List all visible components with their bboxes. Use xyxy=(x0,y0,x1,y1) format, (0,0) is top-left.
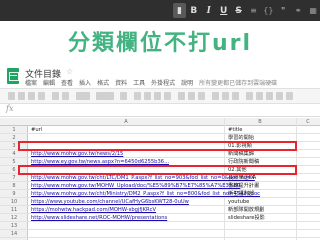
menu-addons[interactable]: 外掛程式 xyxy=(151,78,175,87)
slide-headline: 分類欄位不打url xyxy=(67,31,253,56)
merge-icon[interactable] xyxy=(198,92,205,100)
valign-icon[interactable] xyxy=(222,92,229,100)
borders-icon[interactable] xyxy=(188,92,195,100)
filter-icon[interactable] xyxy=(276,92,283,100)
table-row: 13 xyxy=(0,222,320,230)
url-cell[interactable]: #url xyxy=(31,126,42,134)
sheets-logo-icon[interactable] xyxy=(7,68,19,84)
row-number[interactable]: 12 xyxy=(0,214,28,222)
url-cell[interactable]: https://www.youtube.com/channel/UCafHyG6… xyxy=(31,198,189,206)
title-cell[interactable]: 衛生福利部 xyxy=(228,190,254,198)
table-row: 11 https://mohwtw.hackpad.com/MOHW-sbgjf… xyxy=(0,206,320,214)
undo-icon[interactable] xyxy=(18,92,25,100)
number-format-dropdown[interactable] xyxy=(76,92,90,100)
text-color-icon[interactable] xyxy=(164,92,171,100)
comment-icon[interactable] xyxy=(256,92,263,100)
row-number[interactable]: 7 xyxy=(0,174,28,182)
menu-insert[interactable]: 插入 xyxy=(79,78,91,87)
table-row: 10 https://www.youtube.com/channel/UCafH… xyxy=(0,198,320,206)
redo-icon[interactable] xyxy=(28,92,35,100)
font-dropdown[interactable] xyxy=(96,92,114,100)
menu-file[interactable]: 檔案 xyxy=(25,78,37,87)
table-row: 12 http://www.slideshare.net/ROC-MOHW/pr… xyxy=(0,214,320,222)
highlight-icon[interactable]: ▮ xyxy=(173,3,186,18)
url-cell[interactable]: http://www.mohw.gov.tw/cht/LTC/DM1_P.asp… xyxy=(31,174,255,182)
title-cell[interactable]: youtube xyxy=(228,198,249,206)
quote-icon[interactable]: ❞ xyxy=(276,3,290,18)
table-row: 14 xyxy=(0,230,320,238)
url-cell[interactable]: http://www.mohw.gov.tw/news/2/15 xyxy=(31,150,123,158)
menu-edit[interactable]: 編輯 xyxy=(43,78,55,87)
url-cell[interactable]: http://www.mohw.gov.tw/MOHW_Upload/doc/%… xyxy=(31,182,240,190)
title-cell[interactable]: 新聞稿集錦 xyxy=(228,150,254,158)
row-number[interactable]: 10 xyxy=(0,198,28,206)
bold-icon[interactable]: B xyxy=(187,3,201,18)
print-icon[interactable] xyxy=(8,92,15,100)
title-cell[interactable]: 新部隊開放規劃 xyxy=(228,206,264,214)
table-row: 1 #url #title xyxy=(0,126,320,134)
highlight-box-category-row xyxy=(18,141,297,151)
row-number[interactable]: 4 xyxy=(0,150,28,158)
code-icon[interactable]: {} xyxy=(261,3,275,18)
strikethrough-tool-icon[interactable] xyxy=(154,92,161,100)
menu-data[interactable]: 資料 xyxy=(115,78,127,87)
currency-icon[interactable] xyxy=(52,92,59,100)
menu-tools[interactable]: 工具 xyxy=(133,78,145,87)
link-tool-icon[interactable] xyxy=(246,92,253,100)
format-toolbar: ▮ B I U S ≡ {} ❞ ⚭ ▦ xyxy=(173,2,320,19)
title-cell[interactable]: #title xyxy=(228,126,243,134)
menu-bar: 檔案 編輯 查看 插入 格式 資料 工具 外掛程式 說明 所有變更都已儲存到雲端… xyxy=(25,78,277,87)
highlight-box-category-row xyxy=(18,165,297,175)
table-icon[interactable]: ▦ xyxy=(306,3,320,18)
italic-tool-icon[interactable] xyxy=(144,92,151,100)
italic-icon[interactable]: I xyxy=(202,3,216,18)
url-cell[interactable]: https://mohwtw.hackpad.com/MOHW-sbgjfjKR… xyxy=(31,206,156,214)
spreadsheet-window: 文件目錄 ☆ 檔案 編輯 查看 插入 格式 資料 工具 外掛程式 說明 所有變更… xyxy=(0,64,320,240)
url-cell[interactable]: http://www.slideshare.net/ROC-MOHW/prese… xyxy=(31,214,167,222)
link-icon[interactable]: ⚭ xyxy=(291,3,305,18)
title-cell[interactable]: 長照樂活DA xyxy=(228,174,256,182)
wrap-icon[interactable] xyxy=(232,92,239,100)
font-size-dropdown[interactable] xyxy=(120,92,127,100)
menu-view[interactable]: 查看 xyxy=(61,78,73,87)
formula-label: fx xyxy=(6,104,14,113)
row-number[interactable]: 1 xyxy=(0,126,28,134)
url-cell[interactable]: http://www.mohw.gov.tw/cht/Ministry/DM2_… xyxy=(31,190,260,198)
underline-icon[interactable]: U xyxy=(217,3,231,18)
title-cell[interactable]: slideshare投影 xyxy=(228,214,265,222)
menu-format[interactable]: 格式 xyxy=(97,78,109,87)
list-icon[interactable]: ≡ xyxy=(247,3,261,18)
table-row: 4 http://www.mohw.gov.tw/news/2/15 新聞稿集錦 xyxy=(0,150,320,158)
align-icon[interactable] xyxy=(212,92,219,100)
top-format-bar: ▮ B I U S ≡ {} ❞ ⚭ ▦ xyxy=(0,0,320,21)
sheet-toolbar xyxy=(0,88,320,104)
row-number[interactable]: 14 xyxy=(0,230,28,238)
save-status: 所有變更都已儲存到雲端硬碟 xyxy=(199,80,278,87)
table-row: 8 http://www.mohw.gov.tw/MOHW_Upload/doc… xyxy=(0,182,320,190)
table-row: 7 http://www.mohw.gov.tw/cht/LTC/DM1_P.a… xyxy=(0,174,320,182)
chart-icon[interactable] xyxy=(266,92,273,100)
column-header-bar: A B C xyxy=(0,118,320,126)
formula-bar[interactable]: fx xyxy=(0,104,320,117)
column-header-b[interactable]: B xyxy=(224,118,296,126)
functions-icon[interactable] xyxy=(286,92,293,100)
row-number[interactable]: 9 xyxy=(0,190,28,198)
fill-color-icon[interactable] xyxy=(178,92,185,100)
row-number[interactable]: 11 xyxy=(0,206,28,214)
menu-help[interactable]: 說明 xyxy=(181,78,193,87)
star-icon[interactable]: ☆ xyxy=(66,67,73,76)
paint-format-icon[interactable] xyxy=(38,92,45,100)
row-number[interactable]: 8 xyxy=(0,182,28,190)
table-row: 9 http://www.mohw.gov.tw/cht/Ministry/DM… xyxy=(0,190,320,198)
title-cell[interactable]: 書籍提升計畫 xyxy=(228,182,259,190)
strikethrough-icon[interactable]: S xyxy=(232,3,246,18)
row-number[interactable]: 13 xyxy=(0,222,28,230)
sheet-grid: A B C 1 #url #title 2 學習的開始 3 01.影視類 4 h… xyxy=(0,118,320,240)
percent-icon[interactable] xyxy=(62,92,69,100)
bold-tool-icon[interactable] xyxy=(134,92,141,100)
column-header-c[interactable]: C xyxy=(296,118,320,126)
column-header-a[interactable]: A xyxy=(28,118,224,126)
